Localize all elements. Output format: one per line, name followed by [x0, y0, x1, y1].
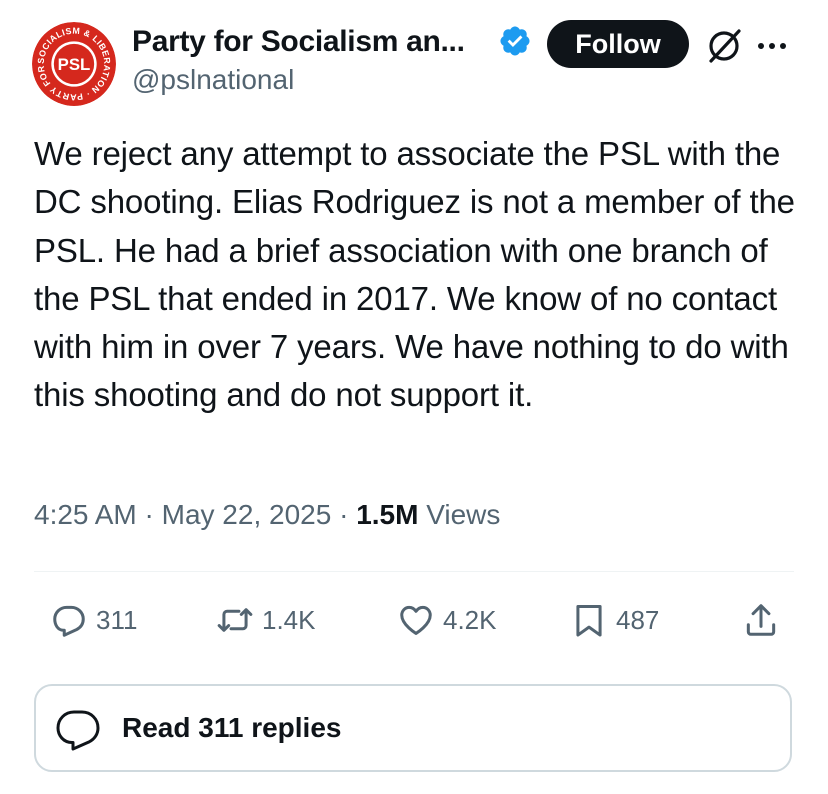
- post-meta: 4:25 AM · May 22, 2025 · 1.5M Views: [34, 499, 500, 531]
- post-time[interactable]: 4:25 AM: [34, 499, 137, 530]
- meta-separator: ·: [339, 499, 349, 530]
- more-icon[interactable]: [752, 26, 792, 66]
- post-date[interactable]: May 22, 2025: [162, 499, 332, 530]
- bookmark-count: 487: [616, 604, 660, 635]
- author-handle[interactable]: @pslnational: [132, 64, 294, 96]
- reply-count: 311: [96, 604, 138, 635]
- repost-button[interactable]: 1.4K: [216, 600, 316, 640]
- repost-icon: [217, 608, 253, 632]
- read-replies-label: Read 311 replies: [122, 712, 342, 743]
- post-header: SOCIALISM & LIBERATION · PARTY FOR · PSL…: [32, 18, 802, 106]
- follow-button[interactable]: Follow: [547, 20, 689, 68]
- avatar[interactable]: SOCIALISM & LIBERATION · PARTY FOR · PSL: [32, 22, 116, 106]
- reply-button[interactable]: 311: [50, 600, 137, 640]
- avatar-logo-text: PSL: [58, 55, 91, 74]
- views-count[interactable]: 1.5M: [356, 499, 418, 530]
- grok-icon[interactable]: [704, 26, 744, 66]
- views-label: Views: [426, 499, 501, 530]
- meta-separator: ·: [144, 499, 154, 530]
- heart-icon: [400, 605, 432, 635]
- bookmark-button[interactable]: 487: [570, 600, 659, 640]
- divider: [34, 571, 794, 572]
- reply-bubble-icon: [56, 710, 100, 751]
- like-button[interactable]: 4.2K: [397, 600, 497, 640]
- read-replies-button[interactable]: Read 311 replies: [34, 684, 792, 772]
- post-text: We reject any attempt to associate the P…: [34, 135, 795, 414]
- like-count: 4.2K: [443, 604, 497, 635]
- repost-count: 1.4K: [262, 604, 316, 635]
- share-button[interactable]: [742, 600, 780, 640]
- author-name[interactable]: Party for Socialism an...: [132, 25, 465, 59]
- share-icon: [746, 604, 776, 636]
- verified-badge-icon[interactable]: [498, 24, 532, 58]
- reply-icon: [53, 605, 85, 637]
- bookmark-icon: [576, 605, 602, 637]
